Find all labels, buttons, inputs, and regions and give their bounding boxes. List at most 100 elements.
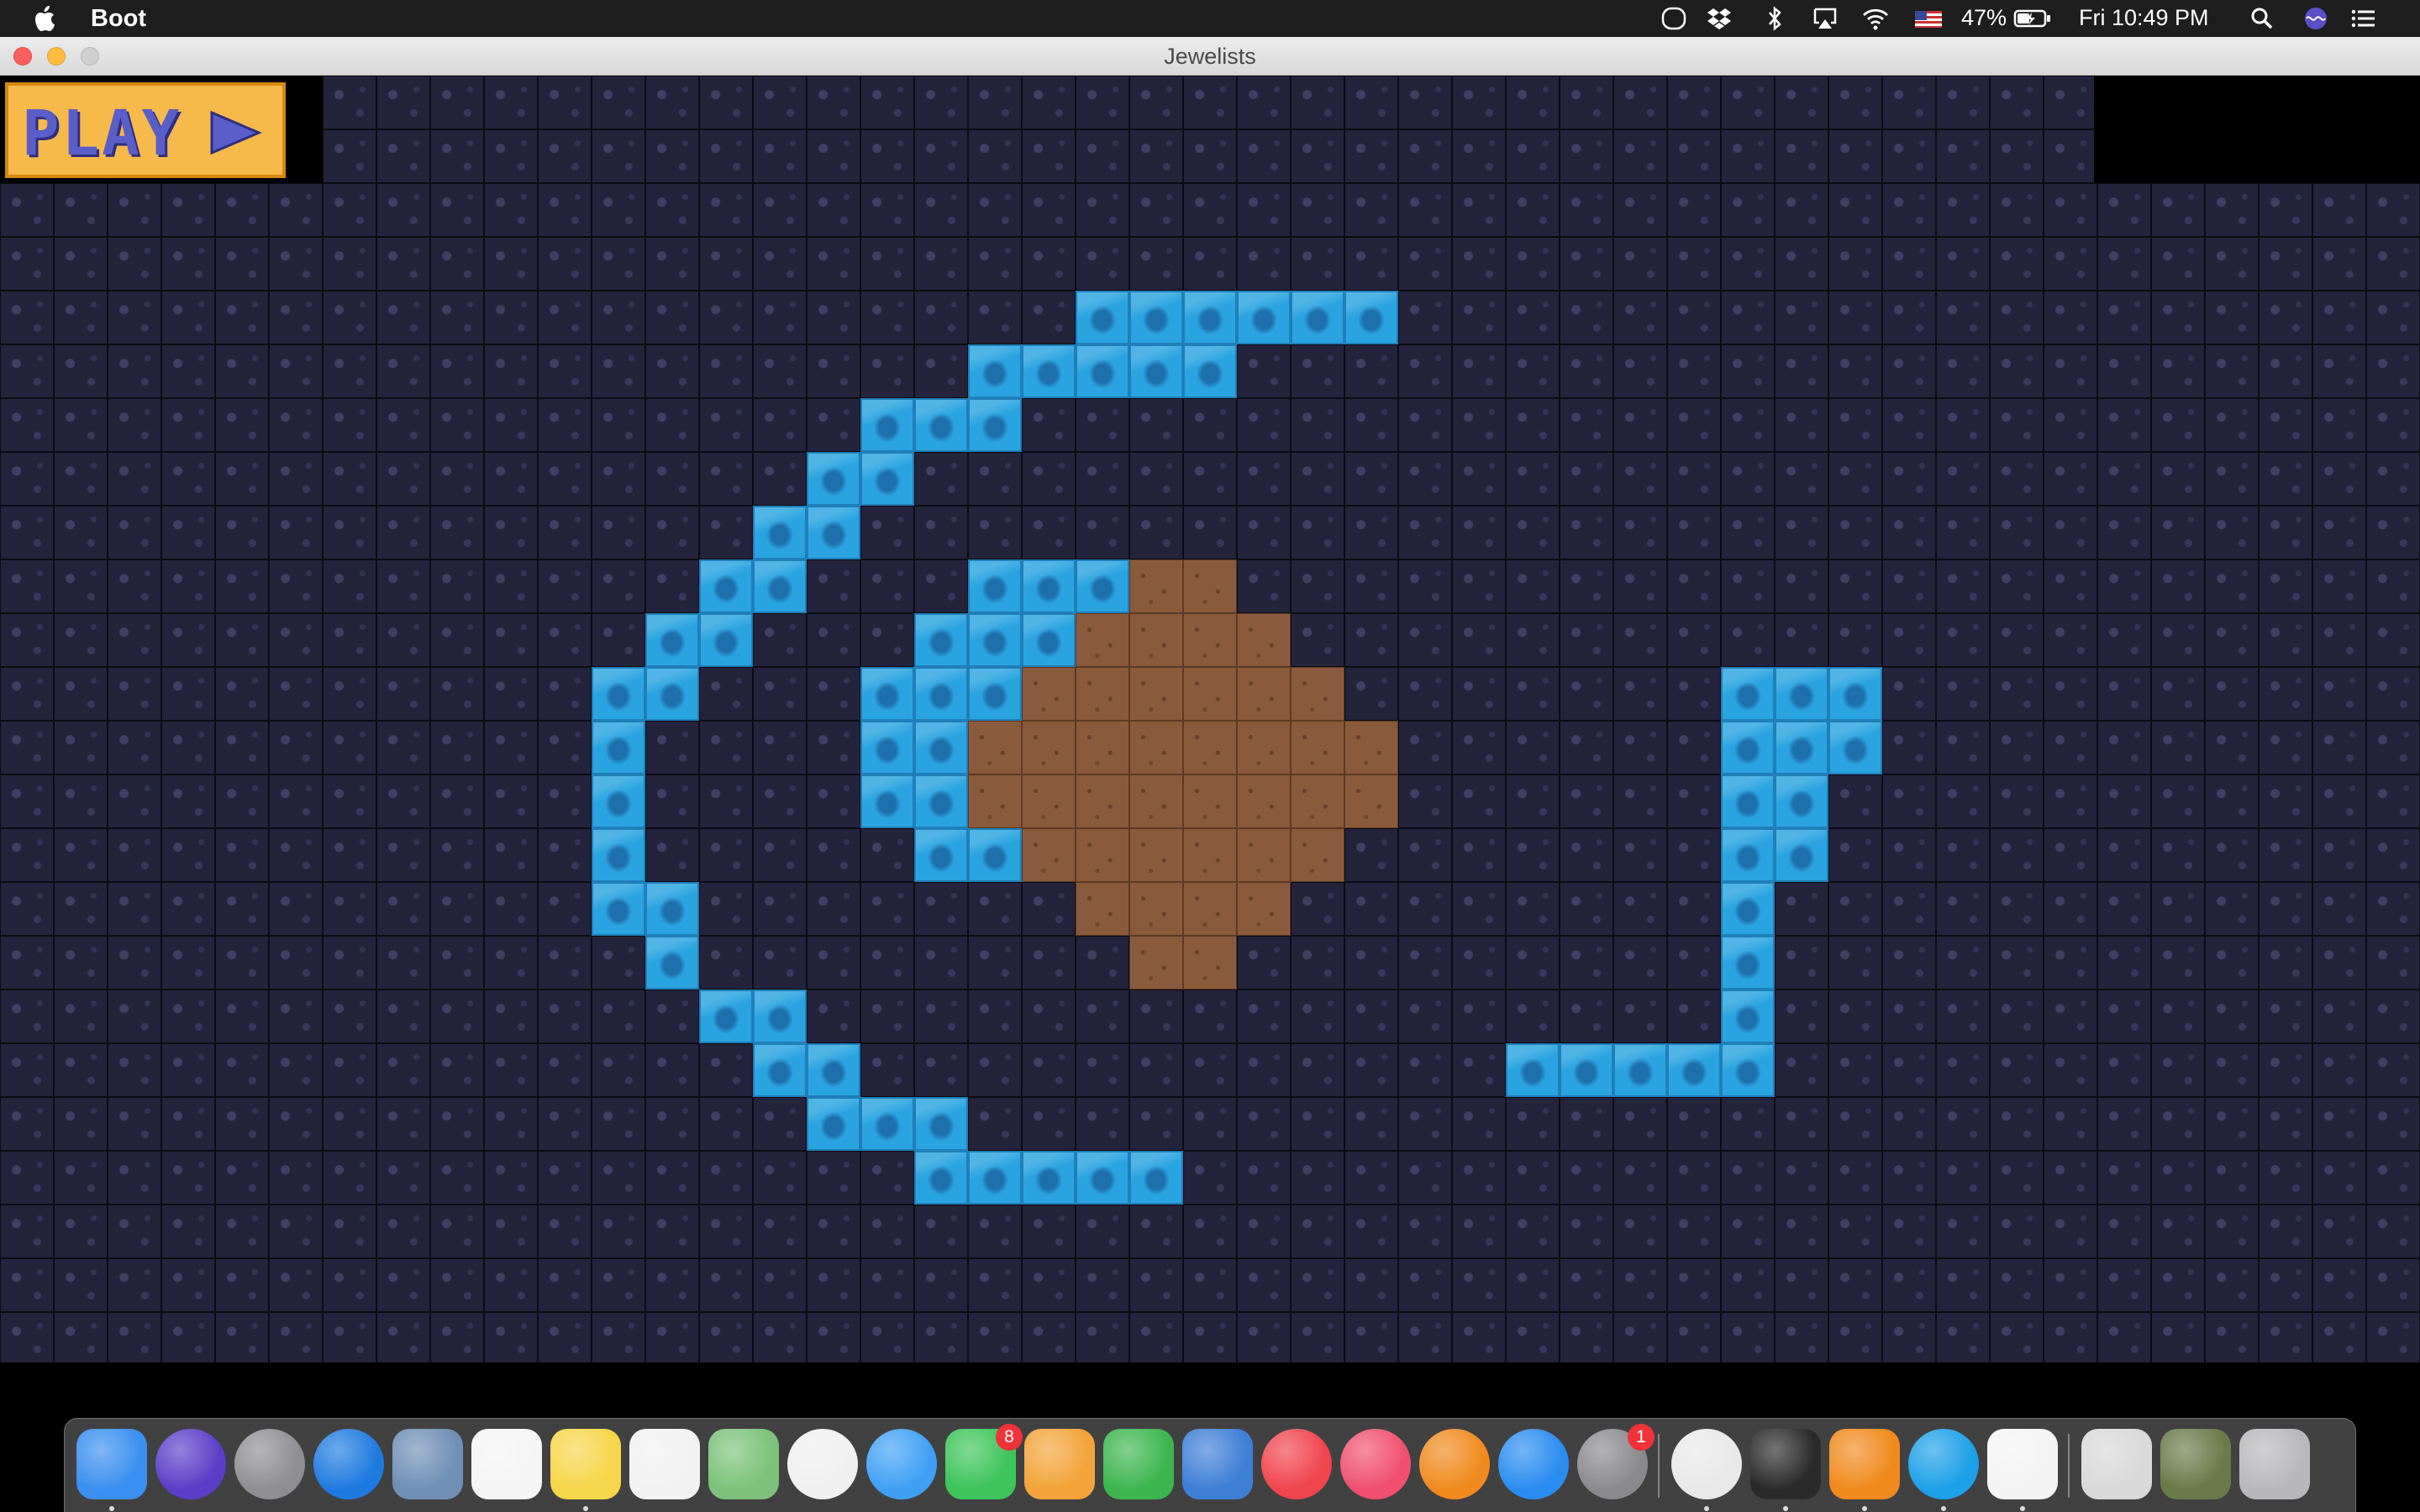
rock-tile[interactable] <box>2205 291 2259 344</box>
rock-tile[interactable] <box>1022 1312 1076 1362</box>
rock-tile[interactable] <box>2151 183 2205 237</box>
rock-tile[interactable] <box>1936 828 1990 882</box>
rock-tile[interactable] <box>1506 1258 1560 1312</box>
rock-tile[interactable] <box>2151 237 2205 291</box>
rock-tile[interactable] <box>269 1312 323 1362</box>
rock-tile[interactable] <box>2312 291 2366 344</box>
rock-tile[interactable] <box>807 559 860 613</box>
rock-tile[interactable] <box>108 237 161 291</box>
rock-tile[interactable] <box>592 559 645 613</box>
mail-bird-icon[interactable] <box>392 1429 463 1499</box>
rock-tile[interactable] <box>860 1205 914 1258</box>
rock-tile[interactable] <box>161 774 215 828</box>
rock-tile[interactable] <box>1344 990 1398 1043</box>
rock-tile[interactable] <box>1613 506 1667 559</box>
rock-tile[interactable] <box>645 1097 699 1151</box>
rock-tile[interactable] <box>2205 828 2259 882</box>
water-tile[interactable] <box>1022 344 1076 398</box>
rock-tile[interactable] <box>1291 990 1344 1043</box>
rock-tile[interactable] <box>968 506 1022 559</box>
water-tile[interactable] <box>1022 1151 1076 1205</box>
rock-tile[interactable] <box>1076 506 1129 559</box>
rock-tile[interactable] <box>0 1205 54 1258</box>
rock-tile[interactable] <box>1398 990 1452 1043</box>
rock-tile[interactable] <box>645 721 699 774</box>
rock-tile[interactable] <box>860 129 914 183</box>
rock-tile[interactable] <box>592 936 645 990</box>
rock-tile[interactable] <box>54 1097 108 1151</box>
rock-tile[interactable] <box>699 721 753 774</box>
rock-tile[interactable] <box>1398 129 1452 183</box>
rock-tile[interactable] <box>1237 237 1291 291</box>
water-tile[interactable] <box>1560 1043 1613 1097</box>
rock-tile[interactable] <box>484 559 538 613</box>
rock-tile[interactable] <box>1183 1205 1237 1258</box>
rock-tile[interactable] <box>1398 398 1452 452</box>
rock-tile[interactable] <box>1990 1151 2044 1205</box>
water-tile[interactable] <box>645 613 699 667</box>
rock-tile[interactable] <box>1291 936 1344 990</box>
rock-tile[interactable] <box>2151 1043 2205 1097</box>
rock-tile[interactable] <box>2312 828 2366 882</box>
rock-tile[interactable] <box>2366 721 2420 774</box>
rock-tile[interactable] <box>1775 1043 1828 1097</box>
rock-tile[interactable] <box>2097 774 2151 828</box>
rock-tile[interactable] <box>215 1151 269 1205</box>
dirt-tile[interactable] <box>1129 721 1183 774</box>
rock-tile[interactable] <box>0 1312 54 1362</box>
rock-tile[interactable] <box>0 183 54 237</box>
rock-tile[interactable] <box>323 613 376 667</box>
rock-tile[interactable] <box>1452 1258 1506 1312</box>
rock-tile[interactable] <box>699 828 753 882</box>
dirt-tile[interactable] <box>1129 667 1183 721</box>
rock-tile[interactable] <box>1882 990 1936 1043</box>
water-tile[interactable] <box>1775 667 1828 721</box>
rock-tile[interactable] <box>2151 1312 2205 1362</box>
rock-tile[interactable] <box>2151 882 2205 936</box>
rock-tile[interactable] <box>1990 1097 2044 1151</box>
rock-tile[interactable] <box>108 936 161 990</box>
rock-tile[interactable] <box>1076 237 1129 291</box>
rock-tile[interactable] <box>860 613 914 667</box>
rock-tile[interactable] <box>161 398 215 452</box>
rock-tile[interactable] <box>430 76 484 129</box>
rock-tile[interactable] <box>1560 721 1613 774</box>
rock-tile[interactable] <box>430 613 484 667</box>
rock-tile[interactable] <box>2366 936 2420 990</box>
rock-tile[interactable] <box>1828 506 1882 559</box>
rock-tile[interactable] <box>2097 291 2151 344</box>
rock-tile[interactable] <box>699 1151 753 1205</box>
water-tile[interactable] <box>1129 344 1183 398</box>
rock-tile[interactable] <box>1613 183 1667 237</box>
rock-tile[interactable] <box>2205 506 2259 559</box>
rock-tile[interactable] <box>108 667 161 721</box>
rock-tile[interactable] <box>1344 882 1398 936</box>
rock-tile[interactable] <box>1667 721 1721 774</box>
rock-tile[interactable] <box>2312 1258 2366 1312</box>
rock-tile[interactable] <box>1183 1312 1237 1362</box>
rock-tile[interactable] <box>914 559 968 613</box>
rock-tile[interactable] <box>1882 667 1936 721</box>
rock-tile[interactable] <box>1506 1205 1560 1258</box>
rock-tile[interactable] <box>1129 76 1183 129</box>
rock-tile[interactable] <box>1667 291 1721 344</box>
rock-tile[interactable] <box>1990 613 2044 667</box>
rock-tile[interactable] <box>1506 1312 1560 1362</box>
rock-tile[interactable] <box>376 1205 430 1258</box>
rock-tile[interactable] <box>2044 129 2097 183</box>
rock-tile[interactable] <box>1452 452 1506 506</box>
rock-tile[interactable] <box>1506 344 1560 398</box>
rock-tile[interactable] <box>1775 1205 1828 1258</box>
rock-tile[interactable] <box>1398 452 1452 506</box>
rock-tile[interactable] <box>1291 882 1344 936</box>
rock-tile[interactable] <box>1721 1258 1775 1312</box>
rock-tile[interactable] <box>215 452 269 506</box>
rock-tile[interactable] <box>1344 1097 1398 1151</box>
rock-tile[interactable] <box>592 129 645 183</box>
rock-tile[interactable] <box>592 613 645 667</box>
rock-tile[interactable] <box>914 452 968 506</box>
rock-tile[interactable] <box>1291 1097 1344 1151</box>
rock-tile[interactable] <box>2366 1151 2420 1205</box>
rock-tile[interactable] <box>1828 344 1882 398</box>
dirt-tile[interactable] <box>1076 613 1129 667</box>
